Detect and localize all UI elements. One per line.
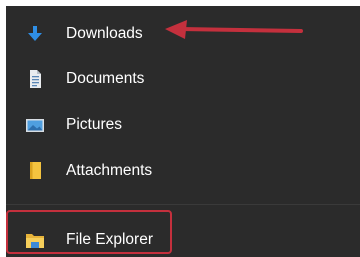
pinned-item-label: File Explorer xyxy=(66,231,153,248)
pinned-item-file-explorer[interactable]: File Explorer xyxy=(6,218,360,257)
quick-access-item-downloads[interactable]: Downloads xyxy=(6,12,360,56)
quick-access-item-attachments[interactable]: Attachments xyxy=(6,149,360,193)
start-menu-panel: Downloads Documents Pictures Attachments… xyxy=(6,6,360,257)
menu-divider xyxy=(6,204,360,205)
folder-icon xyxy=(25,161,45,181)
document-icon xyxy=(25,69,45,89)
quick-access-label: Downloads xyxy=(66,25,143,42)
download-arrow-icon xyxy=(25,24,45,44)
pictures-icon xyxy=(25,115,45,135)
quick-access-item-documents[interactable]: Documents xyxy=(6,57,360,101)
quick-access-item-pictures[interactable]: Pictures xyxy=(6,103,360,147)
quick-access-label: Attachments xyxy=(66,162,153,179)
quick-access-label: Documents xyxy=(66,70,145,87)
quick-access-label: Pictures xyxy=(66,116,122,133)
file-explorer-icon xyxy=(25,230,45,250)
